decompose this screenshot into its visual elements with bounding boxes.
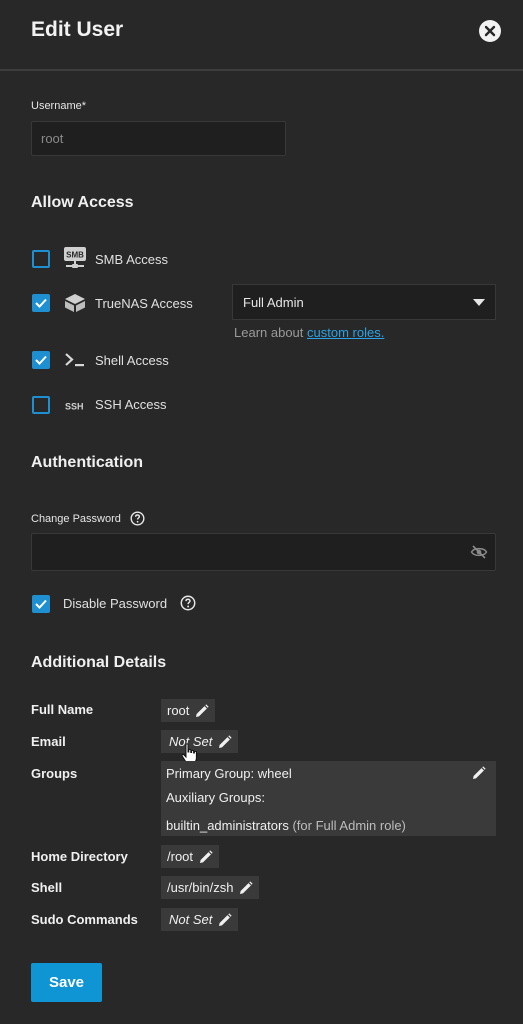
chevron-down-icon — [473, 299, 485, 306]
username-field[interactable]: root — [31, 121, 286, 156]
svg-text:SMB: SMB — [66, 251, 84, 260]
close-button[interactable] — [479, 20, 501, 42]
edit-icon — [472, 766, 486, 783]
role-select-value: Full Admin — [243, 295, 304, 310]
smb-icon: SMB — [63, 246, 87, 275]
ssh-access-label: SSH Access — [95, 397, 167, 412]
edit-icon — [218, 734, 232, 749]
primary-group: Primary Group: wheel — [166, 766, 292, 781]
shell-value: /usr/bin/zsh — [167, 880, 234, 895]
shell-chip[interactable]: /usr/bin/zsh — [161, 876, 260, 899]
required-marker: * — [81, 100, 87, 112]
dialog-header: Edit User — [0, 0, 523, 71]
shell-access-label: Shell Access — [95, 353, 169, 368]
home-directory-chip[interactable]: /root — [161, 845, 220, 868]
ssh-access-checkbox[interactable] — [32, 396, 50, 414]
truenas-access-checkbox[interactable] — [32, 294, 50, 312]
full-name-label: Full Name — [31, 702, 94, 717]
edit-icon — [195, 703, 210, 718]
custom-roles-link[interactable]: custom roles. — [307, 325, 384, 340]
sudo-commands-value: Not Set — [169, 912, 213, 927]
edit-icon — [239, 880, 254, 895]
roles-hint: Learn about custom roles. — [234, 325, 385, 340]
visibility-off-icon[interactable] — [470, 544, 488, 565]
groups-box[interactable]: Primary Group: wheel Auxiliary Groups: b… — [161, 761, 496, 836]
username-label: Username* — [31, 100, 87, 112]
allow-access-title: Allow Access — [31, 194, 134, 211]
username-value: root — [41, 131, 64, 146]
truenas-icon — [63, 292, 87, 319]
help-icon[interactable] — [180, 595, 196, 616]
auxiliary-groups-label: Auxiliary Groups: — [166, 790, 265, 805]
additional-details-title: Additional Details — [31, 654, 167, 671]
email-label: Email — [31, 734, 66, 749]
checkmark-icon — [35, 298, 47, 308]
edit-icon — [218, 912, 232, 927]
svg-text:SSH: SSH — [65, 402, 84, 412]
edit-icon — [199, 849, 213, 864]
role-select[interactable]: Full Admin — [232, 284, 496, 320]
home-directory-value: /root — [167, 849, 194, 864]
checkmark-icon — [35, 355, 47, 365]
disable-password-checkbox[interactable] — [32, 595, 50, 613]
save-button[interactable]: Save — [31, 963, 102, 1002]
sudo-commands-label: Sudo Commands — [31, 912, 138, 927]
password-field[interactable] — [31, 533, 496, 571]
full-name-value: root — [167, 703, 190, 718]
ssh-icon: SSH — [65, 399, 87, 417]
close-icon — [484, 25, 496, 37]
help-icon[interactable] — [130, 511, 145, 531]
groups-label: Groups — [31, 766, 78, 781]
authentication-title: Authentication — [31, 454, 143, 471]
smb-access-label: SMB Access — [95, 252, 168, 267]
terminal-icon — [64, 352, 86, 373]
email-chip[interactable]: Not Set — [161, 730, 239, 753]
disable-password-label: Disable Password — [63, 596, 168, 611]
shell-label: Shell — [31, 880, 63, 895]
shell-access-checkbox[interactable] — [32, 351, 50, 369]
smb-access-checkbox[interactable] — [32, 250, 50, 268]
dialog-title: Edit User — [31, 18, 124, 41]
auxiliary-groups-value: builtin_administrators (for Full Admin r… — [166, 818, 406, 833]
home-directory-label: Home Directory — [31, 849, 128, 864]
change-password-label: Change Password — [31, 513, 121, 525]
full-name-chip[interactable]: root — [161, 699, 216, 722]
auxiliary-groups-note: (for Full Admin role) — [292, 818, 406, 833]
truenas-access-label: TrueNAS Access — [95, 296, 193, 311]
checkmark-icon — [35, 599, 47, 609]
sudo-commands-chip[interactable]: Not Set — [161, 908, 239, 931]
